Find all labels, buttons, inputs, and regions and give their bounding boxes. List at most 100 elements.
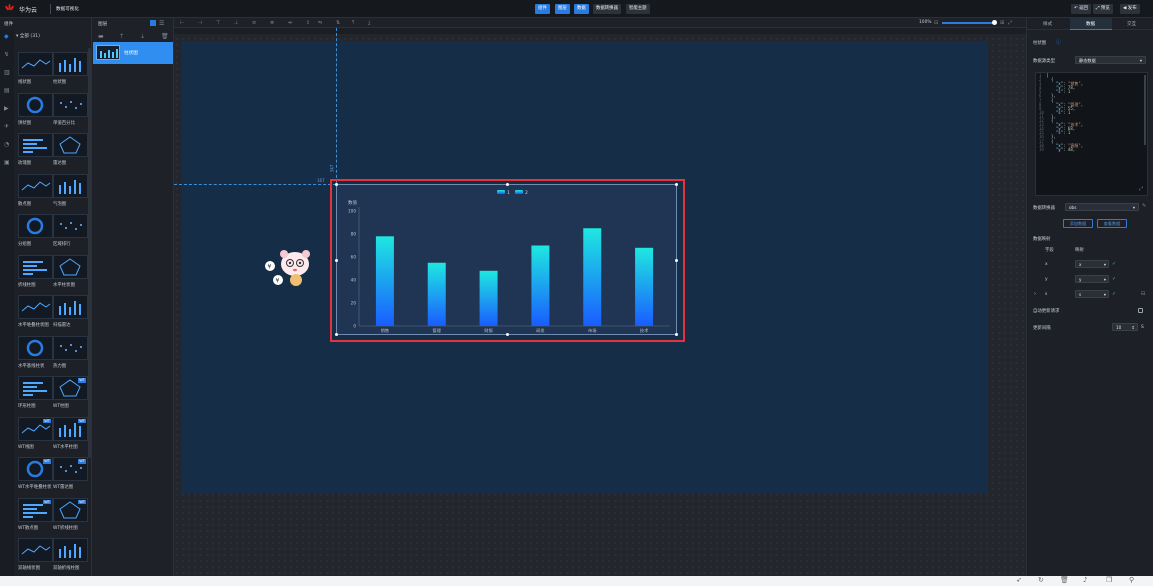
distribute-v-icon[interactable]: ⇳	[306, 20, 310, 26]
fit-screen-icon[interactable]: ⤢	[1008, 20, 1012, 26]
mapping-select[interactable]: y ▾	[1075, 275, 1109, 283]
volume-icon[interactable]: ♪	[1083, 576, 1087, 584]
component-card[interactable]	[18, 214, 53, 238]
align-right-icon[interactable]: ⊤	[216, 20, 220, 26]
auto-update-checkbox[interactable]	[1138, 308, 1143, 313]
interval-input[interactable]: 10 ⇕	[1112, 323, 1138, 331]
zoom-out-icon[interactable]: ⊟	[934, 20, 938, 26]
editor-stage[interactable]: ⊢ ⊣ ⊤ ⊥ ≡ ≣ ⇹ ⇳ ⇋ ⇅ ⤒ ⤓ 100% ⊟ ⊞ ⤢ 347 1…	[174, 18, 1026, 576]
component-card[interactable]: WT	[53, 497, 88, 522]
zoom-slider-handle[interactable]	[992, 20, 997, 25]
source-type-select[interactable]: 静态数据 ▾	[1075, 56, 1146, 64]
table-category-icon[interactable]: ▤	[4, 88, 10, 94]
to-bottom-icon[interactable]: ⤓	[368, 20, 370, 26]
tab-smart-theme[interactable]: 智能主题	[626, 4, 650, 14]
layer-label: 柱状图	[124, 51, 138, 56]
align-left-icon[interactable]: ⊢	[180, 20, 184, 26]
chevron-right-icon[interactable]: ›	[1034, 291, 1036, 297]
component-card[interactable]: WT	[18, 497, 53, 522]
component-card[interactable]	[18, 376, 53, 400]
align-middle-icon[interactable]: ≡	[252, 20, 256, 26]
align-center-icon[interactable]: ⊣	[198, 20, 202, 26]
flip-v-icon[interactable]: ⇅	[336, 20, 340, 26]
component-card[interactable]	[18, 295, 53, 319]
component-card[interactable]: WT	[53, 376, 88, 400]
zoom-slider[interactable]	[942, 20, 997, 25]
component-card[interactable]	[18, 173, 53, 198]
zoom-in-icon[interactable]: ⊞	[1000, 20, 1004, 26]
tab-data[interactable]: 数据	[574, 4, 589, 14]
json-scrollbar[interactable]	[1144, 75, 1146, 145]
component-card[interactable]	[53, 538, 88, 562]
component-card[interactable]	[18, 538, 53, 562]
expand-icon[interactable]: ⤢	[1139, 186, 1143, 192]
other-category-icon[interactable]: ▣	[4, 160, 10, 166]
component-label: 雷达图	[53, 161, 67, 166]
component-card[interactable]	[53, 92, 88, 117]
component-card[interactable]	[53, 254, 88, 279]
rocket-icon[interactable]: ➶	[1016, 576, 1022, 584]
list-view-icon[interactable]: ☰	[159, 20, 164, 27]
info-icon[interactable]: ⓘ	[1056, 39, 1061, 46]
component-card[interactable]: WT	[18, 416, 53, 441]
tab-interact[interactable]: 交互	[1127, 21, 1136, 27]
flip-h-icon[interactable]: ⇋	[318, 20, 322, 26]
move-up-icon[interactable]: ⇡	[119, 34, 124, 40]
bar-chart: 1 2 数值 0 20 40 60 80 100 销售 管理 财报 研发 市场 技术	[348, 190, 670, 334]
component-card[interactable]	[18, 335, 53, 360]
component-card[interactable]	[53, 214, 88, 238]
component-card[interactable]	[53, 173, 88, 198]
folder-icon[interactable]: ▬	[98, 34, 104, 40]
layer-item[interactable]: 柱状图	[93, 42, 173, 64]
back-button[interactable]: ↶ 返回	[1071, 4, 1091, 14]
stepper-icon[interactable]: ⇕	[1131, 324, 1135, 331]
mapping-select[interactable]: s ▾	[1075, 290, 1109, 298]
tab-data-converter[interactable]: 数据转换器	[593, 4, 621, 14]
line-category-icon[interactable]: ↯	[4, 52, 9, 58]
media-category-icon[interactable]: ▶	[4, 106, 9, 112]
component-card[interactable]	[18, 254, 53, 279]
window-icon[interactable]: ❐	[1106, 576, 1112, 584]
component-card[interactable]	[18, 133, 53, 157]
component-card[interactable]	[18, 92, 53, 117]
remove-icon[interactable]: ⊟	[1141, 291, 1145, 297]
component-card[interactable]: WT	[53, 416, 88, 441]
map-category-icon[interactable]: ✈	[4, 124, 9, 130]
to-top-icon[interactable]: ⤒	[352, 20, 354, 26]
gauge-category-icon[interactable]: ◔	[4, 142, 9, 148]
search-icon[interactable]: ⚲	[1129, 576, 1134, 584]
component-card[interactable]: WT	[53, 457, 88, 481]
align-bottom-icon[interactable]: ≣	[270, 20, 274, 26]
left-scrollbar[interactable]	[88, 48, 91, 458]
category-group-header[interactable]: ▾ 全部 (31)	[16, 33, 40, 39]
bar-category-icon[interactable]: ▥	[4, 70, 10, 76]
view-data-button[interactable]: 查看数据	[1097, 219, 1127, 228]
align-top-icon[interactable]: ⊥	[234, 20, 238, 26]
mapping-select[interactable]: x ▾	[1075, 260, 1109, 268]
component-card[interactable]	[53, 335, 88, 360]
all-category-icon[interactable]: ◆	[4, 34, 9, 40]
preview-button[interactable]: ⤢ 预览	[1093, 4, 1113, 14]
grid-view-icon[interactable]	[150, 20, 156, 26]
chart-component[interactable]: 1 2 数值 0 20 40 60 80 100 销售 管理 财报 研发 市场 技术	[335, 183, 678, 336]
component-card[interactable]	[18, 52, 53, 76]
tab-style[interactable]: 样式	[1043, 21, 1052, 27]
publish-button[interactable]: ◀ 发布	[1120, 4, 1140, 14]
delete-icon[interactable]: 🗑	[161, 34, 169, 40]
trash-icon[interactable]: 🗑	[1060, 576, 1069, 584]
distribute-h-icon[interactable]: ⇹	[288, 20, 292, 26]
component-thumbnail-icon	[23, 260, 47, 275]
tab-data-active[interactable]: 数据	[1070, 18, 1112, 30]
json-editor[interactable]: 1 [2 {3 "x": "销售", 4 "y": 78, 5 "s": 16 },…	[1035, 72, 1148, 196]
converter-select[interactable]: obs ▾	[1065, 203, 1139, 211]
component-card[interactable]	[53, 133, 88, 157]
tab-layers[interactable]: 图层	[555, 4, 570, 14]
tab-components[interactable]: 组件	[535, 4, 550, 14]
component-card[interactable]	[53, 295, 88, 319]
component-card[interactable]: WT	[18, 457, 53, 481]
add-data-button[interactable]: 添加数据	[1063, 219, 1093, 228]
refresh-icon[interactable]: ↻	[1038, 576, 1044, 584]
edit-icon[interactable]: ✎	[1142, 203, 1146, 209]
component-card[interactable]	[53, 52, 88, 76]
move-down-icon[interactable]: ⇣	[140, 34, 145, 40]
